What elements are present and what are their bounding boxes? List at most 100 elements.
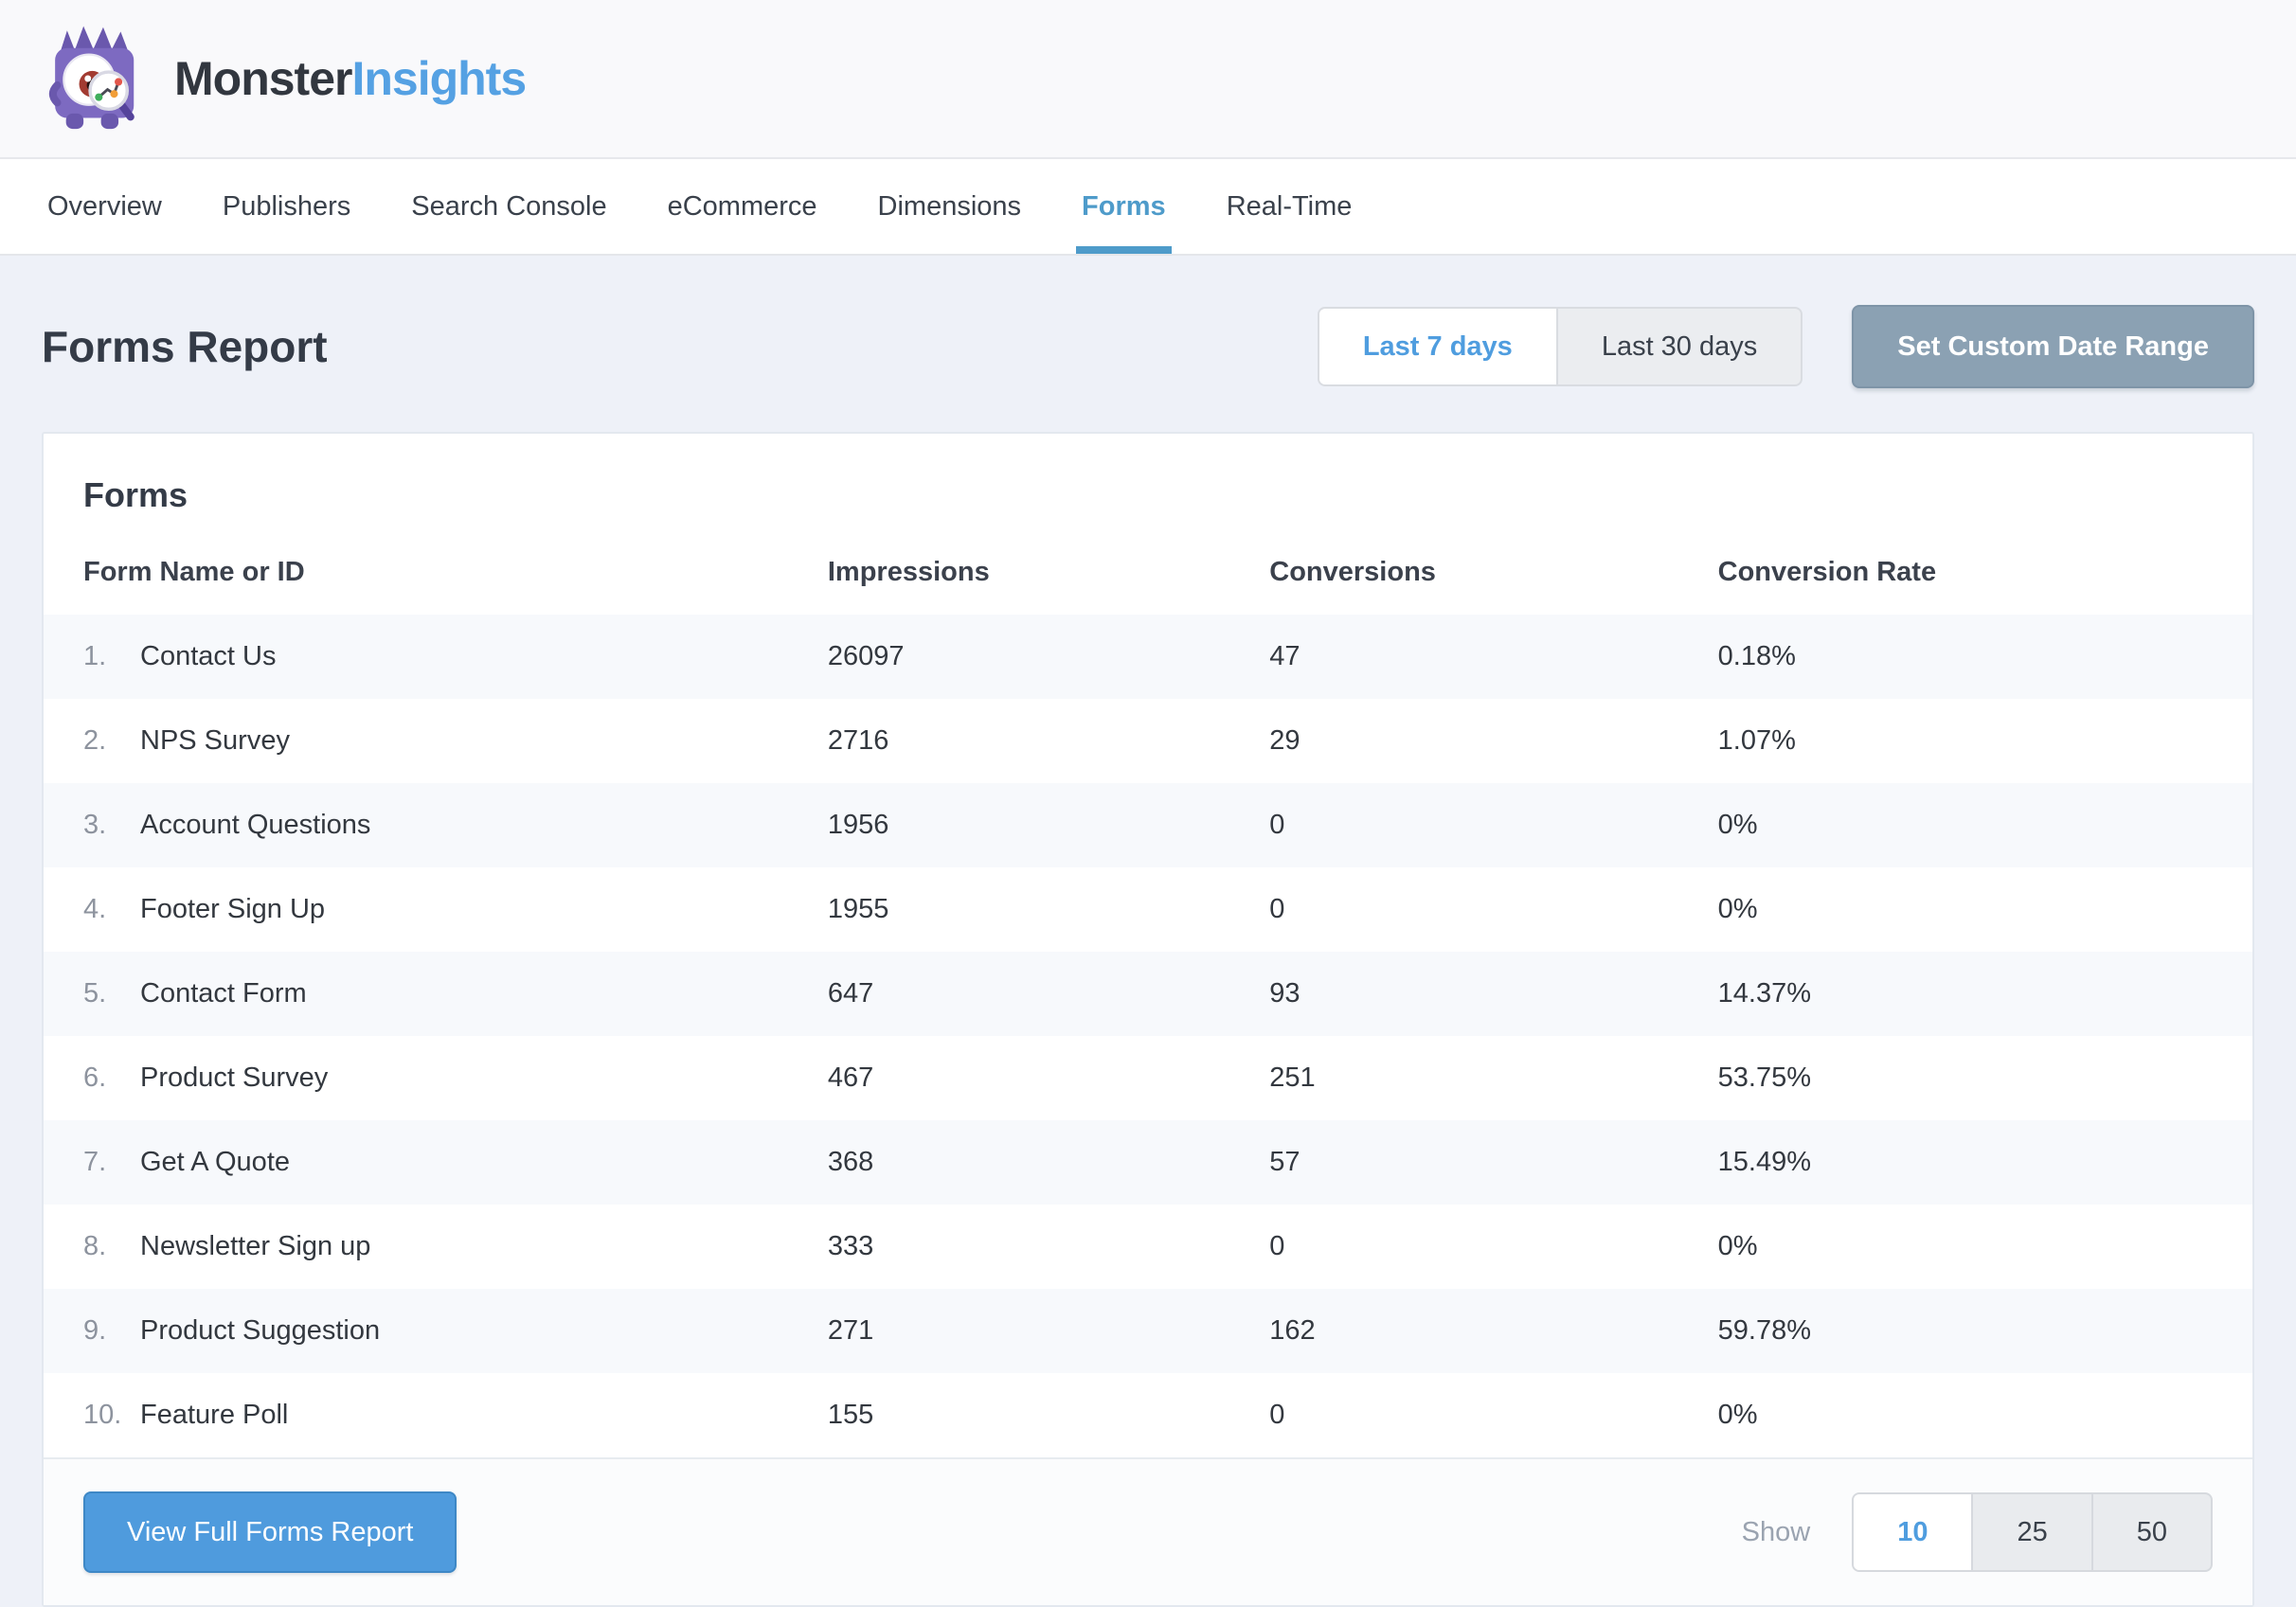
brand-monster-text: Monster xyxy=(174,52,351,105)
last-30-days-button[interactable]: Last 30 days xyxy=(1556,309,1801,384)
form-name: Product Survey xyxy=(140,1062,328,1093)
conversion-rate-cell: 0% xyxy=(1718,1373,2252,1457)
conversions-cell: 0 xyxy=(1269,867,1717,952)
conversion-rate-cell: 53.75% xyxy=(1718,1036,2252,1120)
monsterinsights-mascot-icon xyxy=(42,22,152,135)
conversion-rate-cell: 15.49% xyxy=(1718,1120,2252,1205)
form-name: Account Questions xyxy=(140,810,370,840)
show-option-10[interactable]: 10 xyxy=(1854,1494,1971,1570)
impressions-cell: 155 xyxy=(828,1373,1269,1457)
table-row: 3.Account Questions195600% xyxy=(44,783,2252,867)
nav-item-overview[interactable]: Overview xyxy=(42,159,168,254)
impressions-cell: 368 xyxy=(828,1120,1269,1205)
row-rank: 5. xyxy=(83,978,140,1009)
impressions-cell: 1956 xyxy=(828,783,1269,867)
form-name-cell: 2.NPS Survey xyxy=(44,699,828,783)
row-rank: 7. xyxy=(83,1147,140,1178)
forms-card: Forms Form Name or ID Impressions Conver… xyxy=(42,432,2254,1607)
nav-item-real-time[interactable]: Real-Time xyxy=(1221,159,1358,254)
form-name-cell: 1.Contact Us xyxy=(44,615,828,699)
forms-table: Form Name or ID Impressions Conversions … xyxy=(44,528,2252,1457)
nav-item-publishers[interactable]: Publishers xyxy=(217,159,356,254)
form-name: Newsletter Sign up xyxy=(140,1231,370,1261)
page-content: Forms Report Last 7 days Last 30 days Se… xyxy=(0,256,2296,1607)
row-rank: 3. xyxy=(83,810,140,841)
impressions-cell: 467 xyxy=(828,1036,1269,1120)
row-rank: 4. xyxy=(83,894,140,925)
conversion-rate-cell: 0% xyxy=(1718,867,2252,952)
form-name: Footer Sign Up xyxy=(140,894,325,924)
conversions-cell: 29 xyxy=(1269,699,1717,783)
table-row: 5.Contact Form 6479314.37% xyxy=(44,952,2252,1036)
view-full-forms-report-button[interactable]: View Full Forms Report xyxy=(83,1491,457,1573)
impressions-cell: 333 xyxy=(828,1205,1269,1289)
table-row: 10.Feature Poll15500% xyxy=(44,1373,2252,1457)
row-rank: 10. xyxy=(83,1400,140,1431)
impressions-cell: 271 xyxy=(828,1289,1269,1373)
rows-per-page-options: 102550 xyxy=(1852,1492,2213,1572)
show-label: Show xyxy=(1742,1517,1811,1548)
form-name-cell: 4.Footer Sign Up xyxy=(44,867,828,952)
column-header-form-name: Form Name or ID xyxy=(44,528,828,615)
row-rank: 9. xyxy=(83,1315,140,1347)
row-rank: 6. xyxy=(83,1062,140,1094)
show-option-50[interactable]: 50 xyxy=(2091,1494,2211,1570)
column-header-conversion-rate: Conversion Rate xyxy=(1718,528,2252,615)
table-row: 6.Product Survey46725153.75% xyxy=(44,1036,2252,1120)
form-name-cell: 6.Product Survey xyxy=(44,1036,828,1120)
conversion-rate-cell: 0% xyxy=(1718,783,2252,867)
table-row: 1.Contact Us26097470.18% xyxy=(44,615,2252,699)
table-row: 8.Newsletter Sign up33300% xyxy=(44,1205,2252,1289)
page-title: Forms Report xyxy=(42,321,328,372)
nav-item-ecommerce[interactable]: eCommerce xyxy=(662,159,823,254)
nav-item-search-console[interactable]: Search Console xyxy=(405,159,612,254)
form-name-cell: 10.Feature Poll xyxy=(44,1373,828,1457)
form-name-cell: 8.Newsletter Sign up xyxy=(44,1205,828,1289)
impressions-cell: 2716 xyxy=(828,699,1269,783)
impressions-cell: 1955 xyxy=(828,867,1269,952)
table-row: 9.Product Suggestion 27116259.78% xyxy=(44,1289,2252,1373)
conversion-rate-cell: 14.37% xyxy=(1718,952,2252,1036)
conversion-rate-cell: 1.07% xyxy=(1718,699,2252,783)
page-header: Forms Report Last 7 days Last 30 days Se… xyxy=(42,305,2254,388)
forms-table-body: 1.Contact Us26097470.18%2.NPS Survey2716… xyxy=(44,615,2252,1457)
form-name: Get A Quote xyxy=(140,1147,290,1177)
set-custom-date-range-button[interactable]: Set Custom Date Range xyxy=(1852,305,2254,388)
main-nav: Overview Publishers Search Console eCommerc… xyxy=(0,159,2296,256)
form-name: Contact Form xyxy=(140,978,307,1009)
form-name-cell: 7.Get A Quote xyxy=(44,1120,828,1205)
date-range-toggle: Last 7 days Last 30 days xyxy=(1318,307,1803,386)
form-name: Product Suggestion xyxy=(140,1315,380,1346)
conversions-cell: 0 xyxy=(1269,1205,1717,1289)
conversions-cell: 251 xyxy=(1269,1036,1717,1120)
impressions-cell: 647 xyxy=(828,952,1269,1036)
form-name: Contact Us xyxy=(140,641,276,671)
table-row: 2.NPS Survey2716291.07% xyxy=(44,699,2252,783)
card-footer: View Full Forms Report Show 102550 xyxy=(44,1457,2252,1605)
date-range-controls: Last 7 days Last 30 days Set Custom Date… xyxy=(1318,305,2254,388)
conversions-cell: 162 xyxy=(1269,1289,1717,1373)
monsterinsights-logo: MonsterInsights xyxy=(42,22,526,135)
forms-table-head: Form Name or ID Impressions Conversions … xyxy=(44,528,2252,615)
conversion-rate-cell: 0% xyxy=(1718,1205,2252,1289)
table-row: 7.Get A Quote3685715.49% xyxy=(44,1120,2252,1205)
brand-insights-text: Insights xyxy=(351,52,526,105)
form-name-cell: 3.Account Questions xyxy=(44,783,828,867)
conversion-rate-cell: 59.78% xyxy=(1718,1289,2252,1373)
nav-item-dimensions[interactable]: Dimensions xyxy=(872,159,1028,254)
row-rank: 2. xyxy=(83,725,140,757)
card-title: Forms xyxy=(44,434,2252,528)
conversions-cell: 0 xyxy=(1269,783,1717,867)
row-rank: 1. xyxy=(83,641,140,672)
form-name: NPS Survey xyxy=(140,725,290,756)
conversions-cell: 47 xyxy=(1269,615,1717,699)
conversions-cell: 93 xyxy=(1269,952,1717,1036)
top-brand-bar: MonsterInsights xyxy=(0,0,2296,159)
show-option-25[interactable]: 25 xyxy=(1971,1494,2090,1570)
column-header-impressions: Impressions xyxy=(828,528,1269,615)
last-7-days-button[interactable]: Last 7 days xyxy=(1319,309,1556,384)
nav-item-forms[interactable]: Forms xyxy=(1076,159,1172,254)
brand-wordmark: MonsterInsights xyxy=(174,51,526,106)
column-header-conversions: Conversions xyxy=(1269,528,1717,615)
form-name: Feature Poll xyxy=(140,1400,288,1430)
